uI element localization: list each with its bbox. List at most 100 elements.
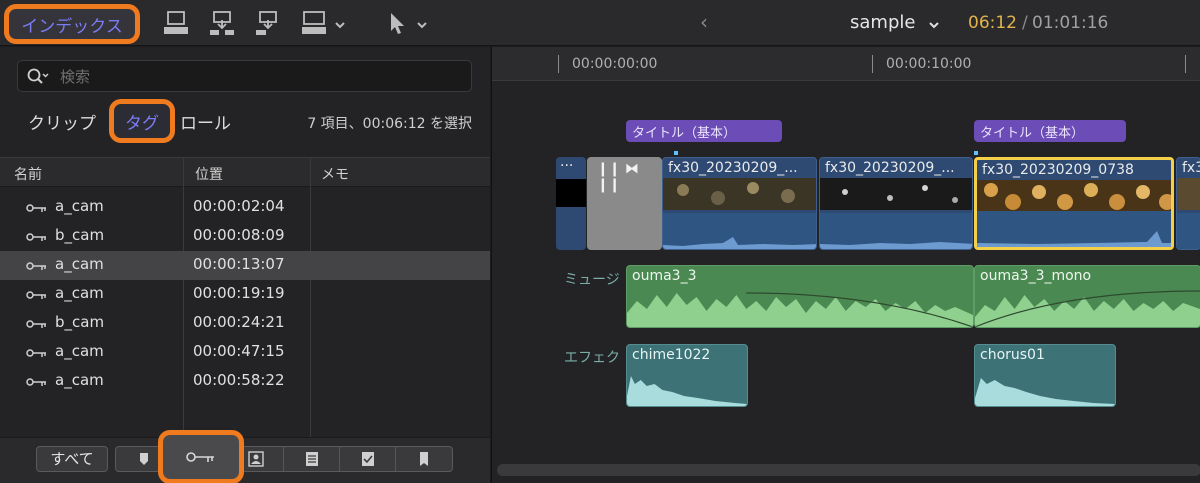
ruler-tick [558, 55, 559, 73]
chevron-down-icon[interactable] [334, 16, 346, 29]
title-clip[interactable]: タイトル（基本） [974, 120, 1126, 142]
filter-chapter-button[interactable] [396, 447, 452, 471]
ruler-label: 00:00:00:00 [572, 56, 658, 72]
checkbox-icon [361, 452, 374, 466]
filter-bar: すべて [0, 437, 490, 483]
video-clip[interactable]: fx3 [1176, 157, 1200, 250]
video-clip[interactable]: fx30_20230209_... [662, 157, 817, 250]
keyword-icon [26, 349, 46, 357]
keyword-icon [26, 233, 46, 241]
clip-name: ouma3_3 [632, 268, 697, 284]
chevron-down-icon[interactable] [416, 16, 428, 29]
sound-effect-clip[interactable]: chime1022 [626, 344, 748, 407]
column-header-position[interactable]: 位置 [195, 164, 223, 184]
keyword-icon [26, 320, 46, 328]
clip-name: chorus01 [980, 347, 1045, 363]
table-row[interactable]: b_cam 00:00:24:21 [0, 309, 490, 338]
filter-keyword-highlight[interactable] [158, 430, 244, 483]
table-row[interactable]: b_cam 00:00:08:09 [0, 222, 490, 251]
table-row[interactable]: a_cam 00:00:02:04 [0, 193, 490, 222]
audio-waveform [820, 213, 972, 249]
search-icon[interactable] [26, 67, 50, 87]
bookmark-icon [420, 452, 428, 466]
marker-indicator [974, 151, 978, 155]
chevron-down-icon[interactable] [928, 16, 940, 29]
back-chevron-icon[interactable]: ‹ [700, 10, 708, 34]
append-clip-icon[interactable] [254, 10, 282, 36]
timeline[interactable]: 00:00:00:00 00:00:10:00 タイトル（基本） タイトル（基本… [491, 47, 1200, 483]
clip-more-label: ··· [560, 158, 574, 174]
video-clip-selected[interactable]: fx30_20230209_0738 [974, 157, 1174, 250]
tag-name: b_cam [55, 313, 105, 331]
tag-name: a_cam [55, 197, 104, 215]
tag-position: 00:00:47:15 [193, 342, 285, 360]
column-header-name[interactable]: 名前 [14, 164, 42, 184]
ruler-tick [1185, 55, 1186, 73]
timeline-ruler[interactable]: 00:00:00:00 00:00:10:00 [492, 47, 1200, 81]
insert-clip-icon[interactable] [208, 10, 236, 36]
table-row[interactable]: a_cam 00:00:47:15 [0, 338, 490, 367]
table-row[interactable]: a_cam 00:00:19:19 [0, 280, 490, 309]
clip-thumbnails [820, 178, 972, 210]
index-button-label: インデックス [21, 16, 123, 37]
timecode-duration: 01:01:16 [1032, 13, 1109, 33]
filter-all-button[interactable]: すべて [36, 446, 108, 472]
marker-icon [139, 453, 148, 465]
table-row[interactable]: a_cam 00:00:13:07 [0, 251, 490, 280]
ruler-label: 00:00:10:00 [886, 56, 972, 72]
table-header: 名前 位置 メモ [0, 157, 490, 187]
keyword-icon [186, 452, 214, 462]
sound-effect-clip[interactable]: chorus01 [974, 344, 1116, 407]
music-clip[interactable]: ouma3_3 [626, 265, 974, 328]
tag-list: a_cam 00:00:02:04 b_cam 00:00:08:09 a_ca… [0, 193, 490, 396]
title-clip[interactable]: タイトル（基本） [626, 120, 782, 142]
keyword-icon [26, 291, 46, 299]
clip-name: fx30_20230209_... [668, 160, 798, 176]
tag-name: b_cam [55, 226, 105, 244]
project-name[interactable]: sample [850, 12, 915, 33]
lane-label-effects: エフェク [564, 350, 620, 366]
transition-clip[interactable]: ❙❙ ⧓ ❙❙ [587, 157, 662, 250]
list-icon [305, 452, 318, 466]
tag-position: 00:00:58:22 [193, 371, 285, 389]
select-tool-icon[interactable] [386, 10, 408, 36]
clip-thumbnails [1177, 178, 1200, 210]
timeline-horizontal-scrollbar[interactable] [497, 464, 1200, 476]
toolbar: インデックス ‹ sample 06:12 / 01:01:16 [0, 0, 1200, 46]
timeline-index-panel: 検索 クリップ タグ ロール 7 項目、00:06:12 を選択 名前 位置 メ… [0, 47, 490, 483]
tag-name: a_cam [55, 342, 104, 360]
tab-clips[interactable]: クリップ [28, 109, 96, 134]
clip-name: fx3 [1182, 160, 1200, 176]
ruler-tick [872, 55, 873, 73]
tag-name: a_cam [55, 284, 104, 302]
audio-waveform [627, 292, 973, 327]
marker-indicator [674, 151, 678, 155]
tab-roles[interactable]: ロール [180, 109, 231, 134]
audio-waveform [663, 213, 816, 249]
video-clip[interactable]: fx30_20230209_... [819, 157, 973, 250]
clip-name: fx30_20230209_0738 [982, 162, 1134, 178]
audio-waveform [977, 211, 1171, 247]
person-icon [247, 451, 264, 467]
keyword-icon [26, 204, 46, 212]
clip-thumbnails [977, 180, 1171, 212]
index-button[interactable]: インデックス [4, 4, 140, 44]
transition-glyph: ❙❙ ⧓ ❙❙ [597, 161, 639, 193]
connect-clip-icon[interactable] [162, 10, 190, 36]
tag-name: a_cam [55, 371, 104, 389]
search-placeholder: 検索 [60, 68, 91, 86]
audio-waveform [975, 290, 1200, 327]
filter-completed-button[interactable] [340, 447, 396, 471]
overwrite-clip-icon[interactable] [300, 10, 328, 36]
column-header-memo[interactable]: メモ [321, 164, 349, 184]
music-clip[interactable]: ouma3_3_mono [974, 265, 1200, 328]
filter-todo-button[interactable] [284, 447, 340, 471]
search-field[interactable]: 検索 [17, 60, 472, 92]
clip-name: fx30_20230209_... [825, 160, 955, 176]
audio-waveform [975, 378, 1115, 406]
table-row[interactable]: a_cam 00:00:58:22 [0, 367, 490, 396]
tab-tags[interactable]: タグ [109, 99, 175, 143]
clip-thumbnail [556, 179, 586, 207]
keyword-icon [26, 378, 46, 386]
video-clip-lead[interactable]: ··· [556, 157, 586, 250]
